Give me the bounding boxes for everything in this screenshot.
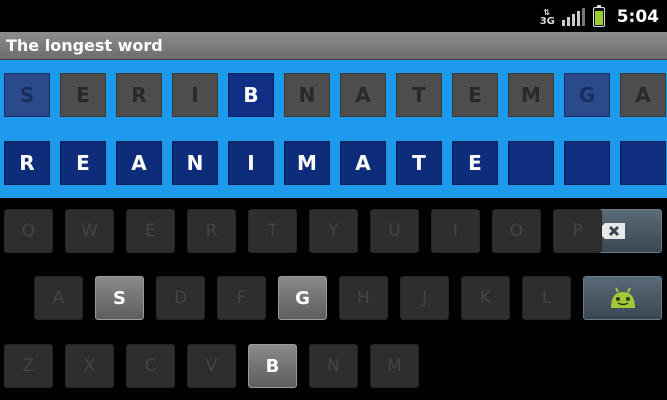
key-i[interactable]: I <box>431 209 480 253</box>
answer-slot[interactable]: E <box>452 141 498 185</box>
key-g[interactable]: G <box>278 276 327 320</box>
letter-tile[interactable]: E <box>452 73 498 117</box>
key-c[interactable]: C <box>126 344 175 388</box>
answer-slot[interactable]: M <box>284 141 330 185</box>
letter-tile[interactable]: N <box>284 73 330 117</box>
key-k[interactable]: K <box>461 276 510 320</box>
key-y[interactable]: Y <box>309 209 358 253</box>
key-x[interactable]: X <box>65 344 114 388</box>
answer-slots-row: REANIMATE <box>4 141 666 185</box>
game-board: SERIBNATEMGA REANIMATE <box>0 60 667 198</box>
letter-tile[interactable]: B <box>228 73 274 117</box>
answer-slot[interactable]: I <box>228 141 274 185</box>
key-n[interactable]: N <box>309 344 358 388</box>
key-j[interactable]: J <box>400 276 449 320</box>
letter-tile[interactable]: A <box>620 73 666 117</box>
empty-answer-slot[interactable] <box>564 141 610 185</box>
letter-tile[interactable]: E <box>60 73 106 117</box>
key-u[interactable]: U <box>370 209 419 253</box>
key-q[interactable]: Q <box>4 209 53 253</box>
key-v[interactable]: V <box>187 344 236 388</box>
key-r[interactable]: R <box>187 209 236 253</box>
network-label: 3G <box>539 16 555 27</box>
signal-icon <box>561 8 585 26</box>
key-h[interactable]: H <box>339 276 388 320</box>
letter-tile[interactable]: A <box>340 73 386 117</box>
battery-charging-icon <box>592 5 605 27</box>
letter-tile[interactable]: I <box>172 73 218 117</box>
key-l[interactable]: L <box>522 276 571 320</box>
key-f[interactable]: F <box>217 276 266 320</box>
network-type: ⇅ 3G <box>539 8 555 27</box>
letter-keyboard: QWERTYUIOP ASDFGHJKL ZXCVBNM <box>0 198 667 400</box>
key-b[interactable]: B <box>248 344 297 388</box>
status-bar: ⇅ 3G 5:04 <box>0 0 667 32</box>
answer-slot[interactable]: N <box>172 141 218 185</box>
key-o[interactable]: O <box>492 209 541 253</box>
answer-slot[interactable]: A <box>340 141 386 185</box>
key-w[interactable]: W <box>65 209 114 253</box>
status-time: 5:04 <box>616 7 659 27</box>
empty-answer-slot[interactable] <box>620 141 666 185</box>
app-title: The longest word <box>6 36 163 55</box>
key-z[interactable]: Z <box>4 344 53 388</box>
letter-tile[interactable]: S <box>4 73 50 117</box>
android-button[interactable] <box>583 276 662 320</box>
key-p[interactable]: P <box>553 209 602 253</box>
letter-tile[interactable]: M <box>508 73 554 117</box>
key-t[interactable]: T <box>248 209 297 253</box>
letter-tile[interactable]: T <box>396 73 442 117</box>
answer-slot[interactable]: R <box>4 141 50 185</box>
key-s[interactable]: S <box>95 276 144 320</box>
answer-slot[interactable]: T <box>396 141 442 185</box>
answer-slot[interactable]: A <box>116 141 162 185</box>
title-bar: The longest word <box>0 32 667 61</box>
answer-slot[interactable]: E <box>60 141 106 185</box>
letter-tiles-row: SERIBNATEMGA <box>4 73 666 117</box>
key-d[interactable]: D <box>156 276 205 320</box>
android-icon <box>610 287 635 308</box>
key-m[interactable]: M <box>370 344 419 388</box>
empty-answer-slot[interactable] <box>508 141 554 185</box>
letter-tile[interactable]: G <box>564 73 610 117</box>
letter-tile[interactable]: R <box>116 73 162 117</box>
key-a[interactable]: A <box>34 276 83 320</box>
key-e[interactable]: E <box>126 209 175 253</box>
